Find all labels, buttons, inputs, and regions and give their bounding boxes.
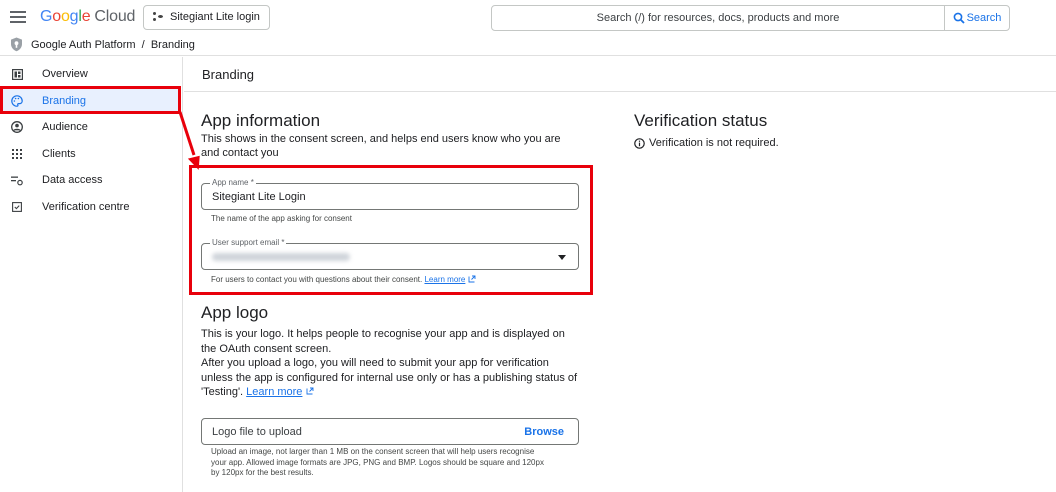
info-icon [634, 137, 645, 149]
sidebar-item-label: Clients [42, 148, 76, 160]
verification-text: Verification is not required. [649, 137, 779, 149]
verification-heading: Verification status [634, 111, 768, 130]
logo-upload-field[interactable]: Logo file to upload Browse [201, 418, 579, 445]
redacted-email [212, 253, 350, 261]
divider [184, 91, 1056, 92]
support-email-hint: For users to contact you with questions … [211, 275, 476, 284]
shield-icon [11, 37, 22, 52]
search-input[interactable] [492, 6, 944, 30]
project-icon [153, 12, 163, 22]
app-logo-description: This is your logo. It helps people to re… [201, 327, 581, 400]
search-button[interactable]: Search [944, 5, 1010, 31]
upload-placeholder: Logo file to upload [212, 426, 302, 438]
verification-status: Verification is not required. [634, 137, 779, 149]
app-name-hint: The name of the app asking for consent [211, 214, 352, 223]
sidebar: Overview Branding Audience Clients Data … [0, 57, 183, 492]
sidebar-item-label: Verification centre [42, 201, 130, 213]
sidebar-item-data-access[interactable]: Data access [0, 168, 180, 192]
verified-box-icon [11, 201, 23, 213]
sidebar-item-label: Data access [42, 174, 103, 186]
apps-grid-icon [11, 148, 23, 160]
app-logo-line2: After you upload a logo, you will need t… [201, 356, 581, 400]
logo-letter: o [52, 8, 61, 25]
external-link-icon [306, 387, 313, 395]
support-email-hint-text: For users to contact you with questions … [211, 275, 423, 284]
sidebar-item-clients[interactable]: Clients [0, 142, 180, 166]
search-box[interactable] [491, 5, 945, 31]
annotation-highlight-nav [0, 86, 181, 114]
page-title: Branding [202, 67, 255, 82]
external-link-icon [468, 275, 476, 283]
google-cloud-logo[interactable]: Google Cloud [40, 8, 135, 26]
app-name-label: App name * [210, 178, 256, 188]
app-name-field[interactable]: App name * Sitegiant Lite Login [201, 178, 579, 210]
search-button-label: Search [966, 12, 1002, 24]
app-logo-line1: This is your logo. It helps people to re… [201, 328, 565, 355]
top-bar: Google Cloud Sitegiant Lite login Search [0, 0, 1056, 36]
dashboard-icon [11, 68, 23, 80]
dropdown-arrow-icon [558, 255, 566, 260]
logo-suffix: Cloud [94, 8, 136, 25]
breadcrumb-bar: Google Auth Platform / Branding [0, 36, 1056, 56]
filter-settings-icon [11, 174, 23, 186]
project-name: Sitegiant Lite login [170, 11, 260, 23]
logo-letter: G [40, 8, 53, 25]
menu-icon[interactable] [10, 9, 26, 25]
sidebar-item-label: Audience [42, 121, 88, 133]
app-logo-heading: App logo [201, 303, 269, 322]
main-content: Branding App information This shows in t… [184, 57, 1056, 492]
project-picker-button[interactable]: Sitegiant Lite login [143, 5, 270, 30]
sidebar-item-overview[interactable]: Overview [0, 62, 180, 86]
support-email-select[interactable]: User support email * [201, 238, 579, 270]
app-info-heading: App information [201, 111, 321, 130]
account-circle-icon [11, 121, 23, 133]
browse-button[interactable]: Browse [524, 426, 564, 438]
search-icon [953, 12, 965, 24]
sidebar-item-label: Overview [42, 68, 88, 80]
breadcrumb[interactable]: Google Auth Platform / Branding [31, 39, 195, 51]
upload-hint: Upload an image, not larger than 1 MB on… [211, 447, 544, 477]
sidebar-item-verification-centre[interactable]: Verification centre [0, 195, 180, 219]
app-info-description: This shows in the consent screen, and he… [201, 133, 561, 159]
support-email-label: User support email * [210, 238, 287, 248]
logo-letter: e [81, 8, 91, 25]
logo-letter: o [60, 8, 70, 25]
app-name-value: Sitegiant Lite Login [212, 191, 306, 203]
learn-more-link[interactable]: Learn more [246, 386, 302, 398]
learn-more-link[interactable]: Learn more [424, 275, 465, 284]
sidebar-item-audience[interactable]: Audience [0, 115, 180, 139]
